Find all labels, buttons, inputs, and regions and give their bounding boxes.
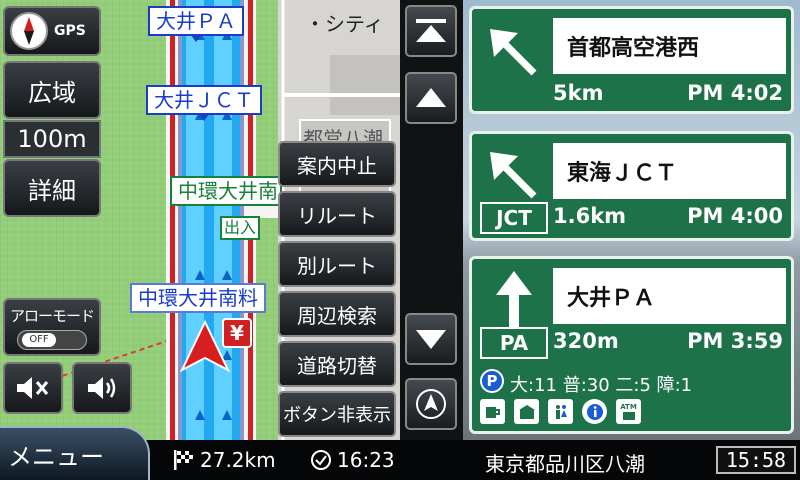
sign-2-distance: 1.6km <box>553 204 627 228</box>
clock-display: 15:58 <box>716 446 796 474</box>
guidance-sign-2[interactable]: 東海ＪＣＴ JCT 1.6km PM 4:00 <box>469 131 794 241</box>
guidance-sign-3[interactable]: 大井ＰＡ PA 320m PM 3:59 P 大:11 普:30 二:5 障:1… <box>469 256 794 434</box>
arrow-mode-toggle[interactable]: アローモード OFF <box>3 298 101 356</box>
arrow-up-icon <box>496 271 532 329</box>
map-exit-mark: 出入 <box>220 216 261 240</box>
sign-1-name: 首都高空港西 <box>553 18 786 74</box>
shop-icon <box>514 399 539 424</box>
atm-icon-label: ATM <box>620 402 637 411</box>
scroll-down-button[interactable] <box>405 313 457 365</box>
current-address: 東京都品川区八潮 <box>485 452 645 476</box>
arrival-time: 16:23 <box>337 448 395 472</box>
wide-view-button[interactable]: 広域 <box>3 61 101 119</box>
arrow-mode-label: アローモード <box>9 306 95 325</box>
clock-icon <box>311 450 331 470</box>
mute-button[interactable] <box>3 362 63 414</box>
restroom-icon <box>548 399 573 424</box>
alternate-route-button[interactable]: 別ルート <box>278 241 396 287</box>
reroute-button[interactable]: リルート <box>278 191 396 237</box>
navigation-arrow-icon <box>416 389 446 419</box>
arrow-up-left-icon <box>490 29 537 76</box>
checkered-flag-icon <box>174 450 193 470</box>
road-switch-button[interactable]: 道路切替 <box>278 341 396 387</box>
guidance-sign-1[interactable]: 首都高空港西 5km PM 4:02 <box>469 6 794 114</box>
gps-label: GPS <box>54 23 86 39</box>
volume-button[interactable] <box>72 362 132 414</box>
remaining-distance: 27.2km <box>200 448 276 472</box>
map-label-oi-pa: 大井ＰＡ <box>148 6 244 42</box>
speaker-icon <box>88 377 116 399</box>
current-location-button[interactable] <box>405 378 457 430</box>
chevron-down-icon <box>416 330 446 349</box>
cancel-guidance-button[interactable]: 案内中止 <box>278 141 396 187</box>
bottom-status-bar: メニュー 27.2km 16:23 東京都品川区八潮 15:58 <box>0 426 800 480</box>
sign-1-time: PM 4:02 <box>687 81 783 105</box>
compass-gps-button[interactable]: GPS <box>3 6 101 56</box>
nearby-search-button[interactable]: 周辺検索 <box>278 291 396 337</box>
arrow-up-left-icon <box>490 152 537 199</box>
parking-info: 大:11 普:30 二:5 障:1 <box>510 375 693 396</box>
info-icon <box>582 399 607 424</box>
hide-buttons-button[interactable]: ボタン非表示 <box>278 391 396 437</box>
scroll-top-icon <box>416 19 446 42</box>
menu-button[interactable]: メニュー <box>0 426 150 480</box>
scroll-up-button[interactable] <box>405 72 457 124</box>
guidance-scroll-strip <box>400 0 463 440</box>
sign-3-name: 大井ＰＡ <box>553 268 786 324</box>
pa-badge: PA <box>480 327 548 359</box>
map-label-oi-jct: 大井ＪＣＴ <box>146 85 262 121</box>
detail-view-button[interactable]: 詳細 <box>3 159 101 217</box>
map-label-chukan-oi-minami: 中環大井南料 <box>130 283 266 313</box>
atm-icon: ATM <box>616 399 641 424</box>
scroll-top-button[interactable] <box>405 5 457 57</box>
jct-badge: JCT <box>480 202 548 234</box>
parking-icon: P <box>480 369 504 393</box>
chevron-up-icon <box>416 88 446 107</box>
sign-3-time: PM 3:59 <box>687 329 783 353</box>
map-label-city: ・シティ <box>305 12 384 36</box>
arrow-mode-state: OFF <box>22 332 56 347</box>
sign-3-distance: 320m <box>553 329 619 353</box>
highway-guidance-panel: 首都高空港西 5km PM 4:02 東海ＪＣＴ JCT 1.6km PM 4:… <box>463 0 800 440</box>
arrow-mode-switch: OFF <box>17 329 87 350</box>
sign-2-time: PM 4:00 <box>687 204 783 228</box>
mute-icon <box>17 377 49 399</box>
map-label-chukan-oi: 中環大井南 <box>170 176 282 206</box>
compass-icon <box>10 12 48 50</box>
sign-2-name: 東海ＪＣＴ <box>553 143 786 199</box>
scale-indicator: 100m <box>3 120 101 158</box>
sign-1-distance: 5km <box>553 81 604 105</box>
coffee-icon <box>480 399 505 424</box>
map-atm-marker: ¥ <box>222 318 252 348</box>
